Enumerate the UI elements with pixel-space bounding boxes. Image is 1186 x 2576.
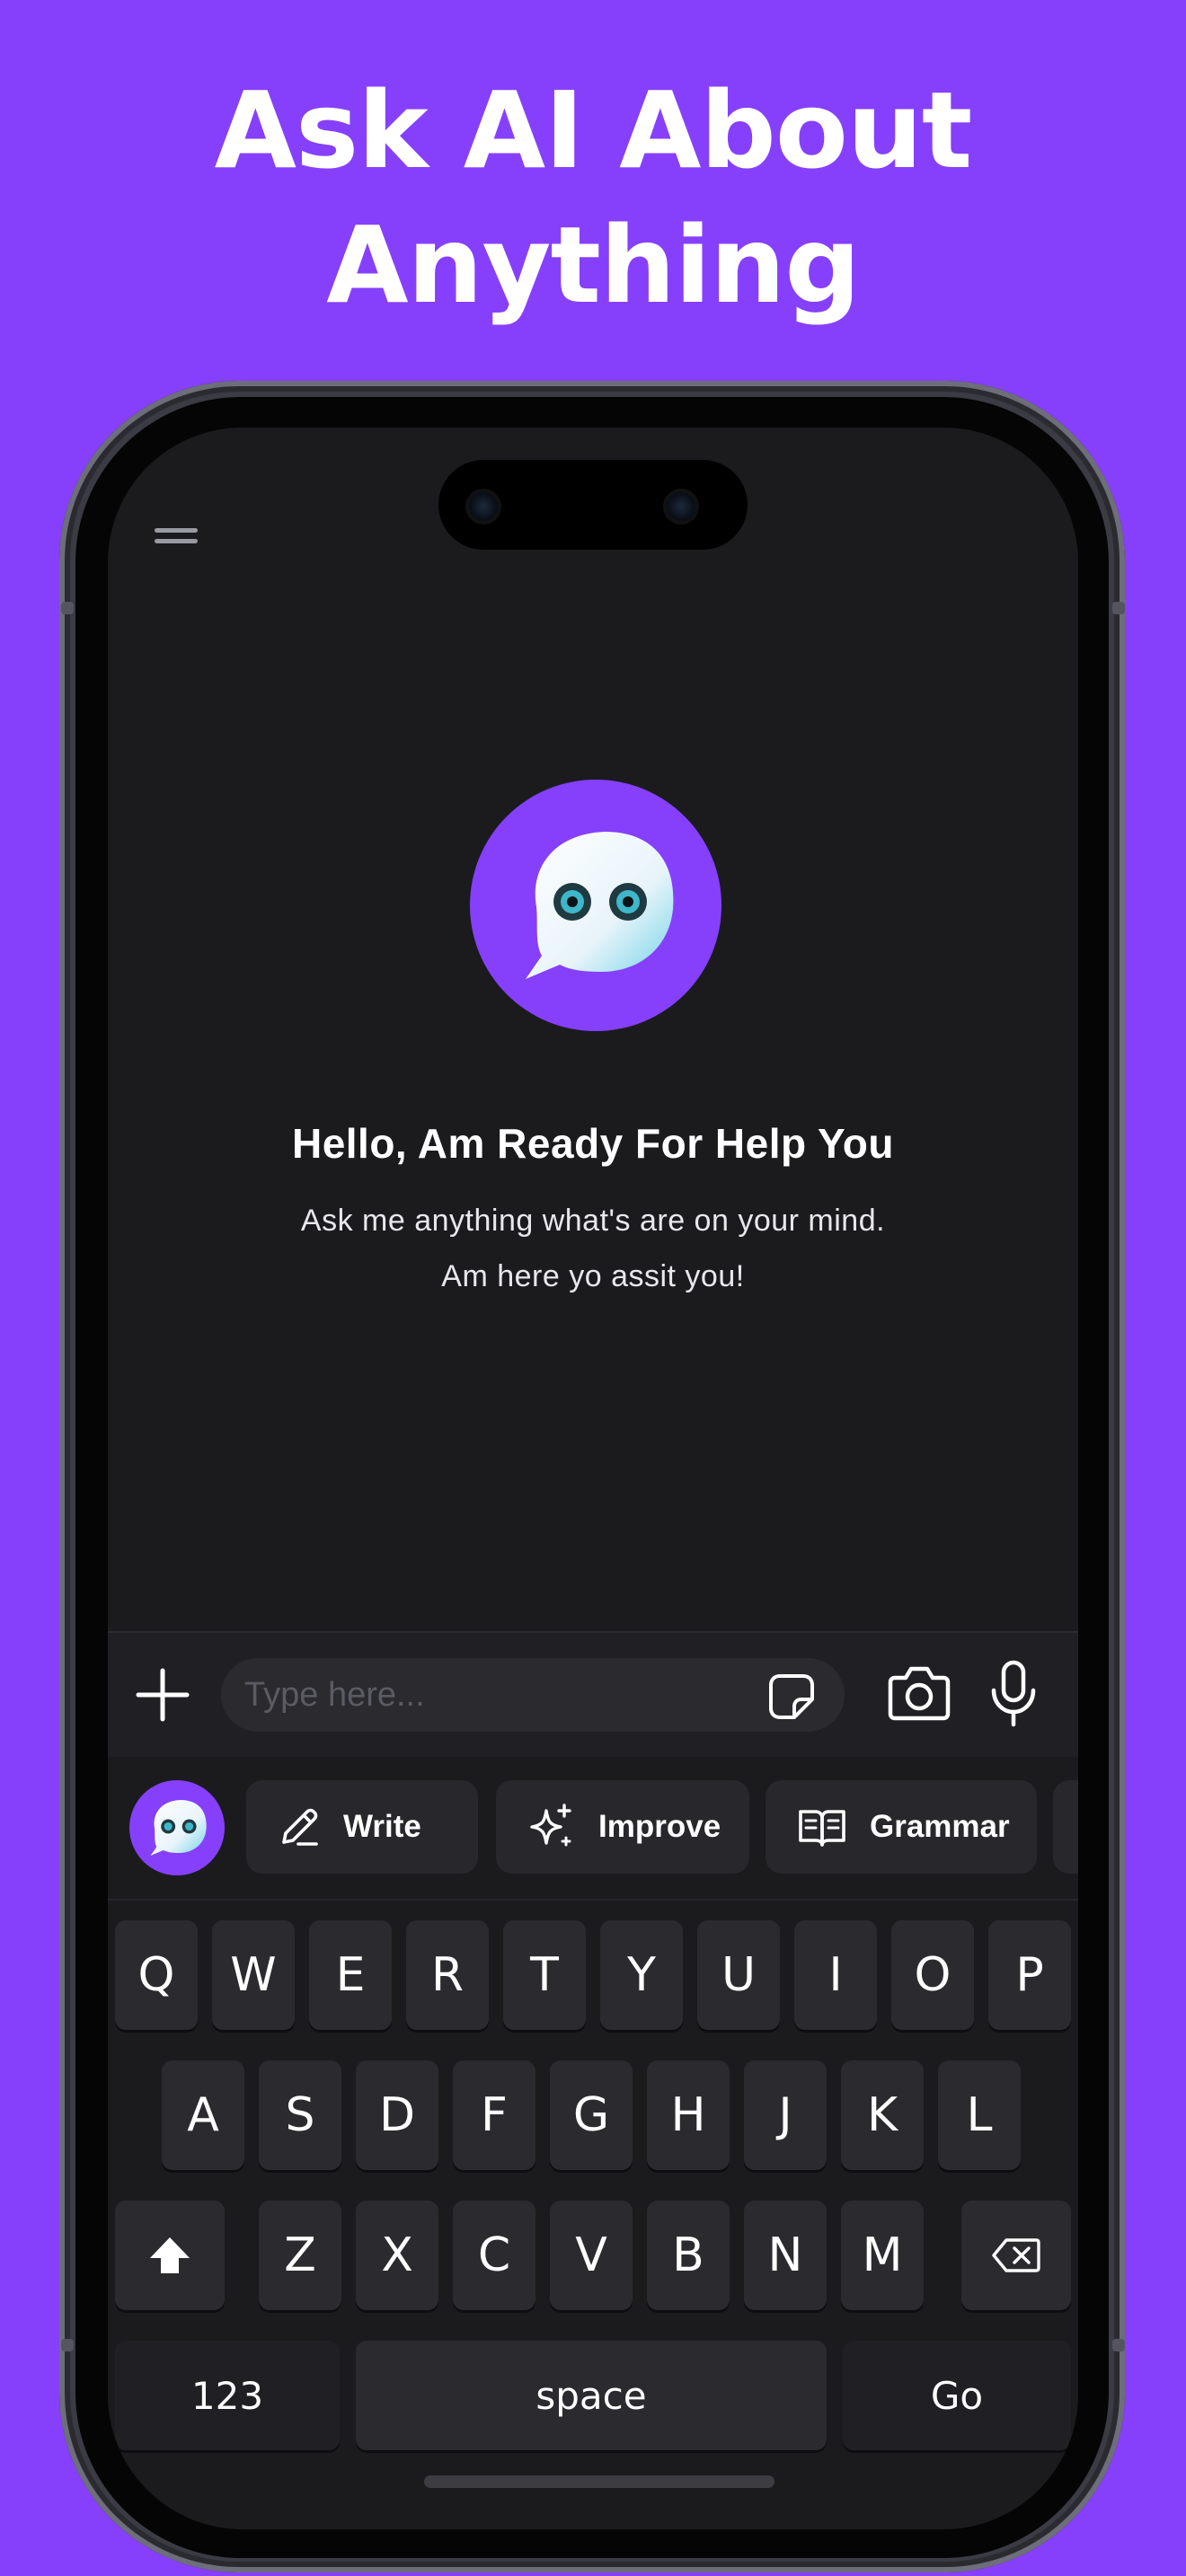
keyboard: Q W E R T Y U I O P A S D F G H J K L Z …	[108, 1902, 1078, 2529]
key-x[interactable]: X	[356, 2201, 438, 2310]
numbers-key[interactable]: 123	[115, 2341, 340, 2450]
chip-more[interactable]	[1053, 1780, 1078, 1874]
key-k[interactable]: K	[841, 2060, 924, 2170]
key-e[interactable]: E	[309, 1920, 392, 2030]
pencil-icon	[282, 1808, 318, 1846]
key-h[interactable]: H	[647, 2060, 730, 2170]
welcome-line-1: Ask me anything what's are on your mind.	[300, 1204, 886, 1238]
headline: Ask AI About Anything	[0, 63, 1186, 332]
welcome-line-2: Am here yo assit you!	[441, 1259, 745, 1293]
bot-avatar-button[interactable]	[129, 1780, 225, 1875]
face-id-sensor	[663, 489, 699, 525]
key-r[interactable]: R	[406, 1920, 489, 2030]
side-button	[1112, 602, 1125, 614]
mic-icon[interactable]	[988, 1660, 1039, 1728]
key-t[interactable]: T	[503, 1920, 586, 2030]
key-i[interactable]: I	[794, 1920, 877, 2030]
welcome-title: Hello, Am Ready For Help You	[291, 1120, 895, 1167]
bot-icon	[150, 1799, 207, 1857]
key-c[interactable]: C	[453, 2201, 535, 2310]
chip-improve-label: Improve	[598, 1809, 721, 1844]
backspace-key[interactable]	[961, 2201, 1071, 2310]
front-camera-lens	[465, 489, 501, 525]
chip-write[interactable]: Write	[246, 1780, 478, 1874]
key-j[interactable]: J	[744, 2060, 827, 2170]
book-icon	[799, 1810, 845, 1847]
bot-avatar	[470, 780, 721, 1031]
app-screen: Hello, Am Ready For Help You Ask me anyt…	[108, 428, 1078, 2529]
go-key[interactable]: Go	[843, 2341, 1071, 2450]
home-indicator[interactable]	[424, 2475, 774, 2488]
sticker-icon[interactable]	[767, 1672, 816, 1721]
key-m[interactable]: M	[841, 2201, 924, 2310]
key-n[interactable]: N	[744, 2201, 827, 2310]
key-a[interactable]: A	[162, 2060, 244, 2170]
camera-icon[interactable]	[888, 1663, 951, 1723]
headline-line-1: Ask AI About	[214, 68, 973, 192]
key-o[interactable]: O	[891, 1920, 974, 2030]
key-g[interactable]: G	[550, 2060, 633, 2170]
key-f[interactable]: F	[453, 2060, 535, 2170]
key-p[interactable]: P	[988, 1920, 1071, 2030]
side-button	[61, 602, 74, 614]
side-button	[1112, 2339, 1125, 2351]
chip-improve[interactable]: Improve	[496, 1780, 749, 1874]
plus-icon[interactable]	[135, 1667, 190, 1723]
menu-icon[interactable]	[155, 523, 201, 559]
key-d[interactable]: D	[356, 2060, 438, 2170]
key-v[interactable]: V	[550, 2201, 633, 2310]
backspace-icon	[992, 2238, 1040, 2272]
key-s[interactable]: S	[259, 2060, 341, 2170]
space-key[interactable]: space	[356, 2341, 827, 2450]
side-button	[61, 2339, 74, 2351]
shift-key[interactable]	[115, 2201, 225, 2310]
key-u[interactable]: U	[697, 1920, 780, 2030]
composer-bar	[108, 1631, 1078, 1757]
chip-grammar[interactable]: Grammar	[766, 1780, 1037, 1874]
chip-write-label: Write	[343, 1809, 421, 1844]
key-b[interactable]: B	[647, 2201, 730, 2310]
suggestion-chips: Write Improve Grammar	[108, 1757, 1078, 1901]
shift-icon	[150, 2237, 190, 2273]
key-l[interactable]: L	[938, 2060, 1021, 2170]
key-q[interactable]: Q	[115, 1920, 198, 2030]
sparkle-icon	[530, 1804, 571, 1847]
dynamic-island	[438, 460, 748, 550]
key-z[interactable]: Z	[259, 2201, 341, 2310]
headline-line-2: Anything	[326, 203, 861, 327]
key-w[interactable]: W	[212, 1920, 295, 2030]
chip-grammar-label: Grammar	[870, 1809, 1010, 1844]
message-input-pill[interactable]	[221, 1658, 845, 1732]
message-input[interactable]	[244, 1658, 748, 1732]
bot-icon	[526, 832, 674, 979]
key-y[interactable]: Y	[600, 1920, 683, 2030]
